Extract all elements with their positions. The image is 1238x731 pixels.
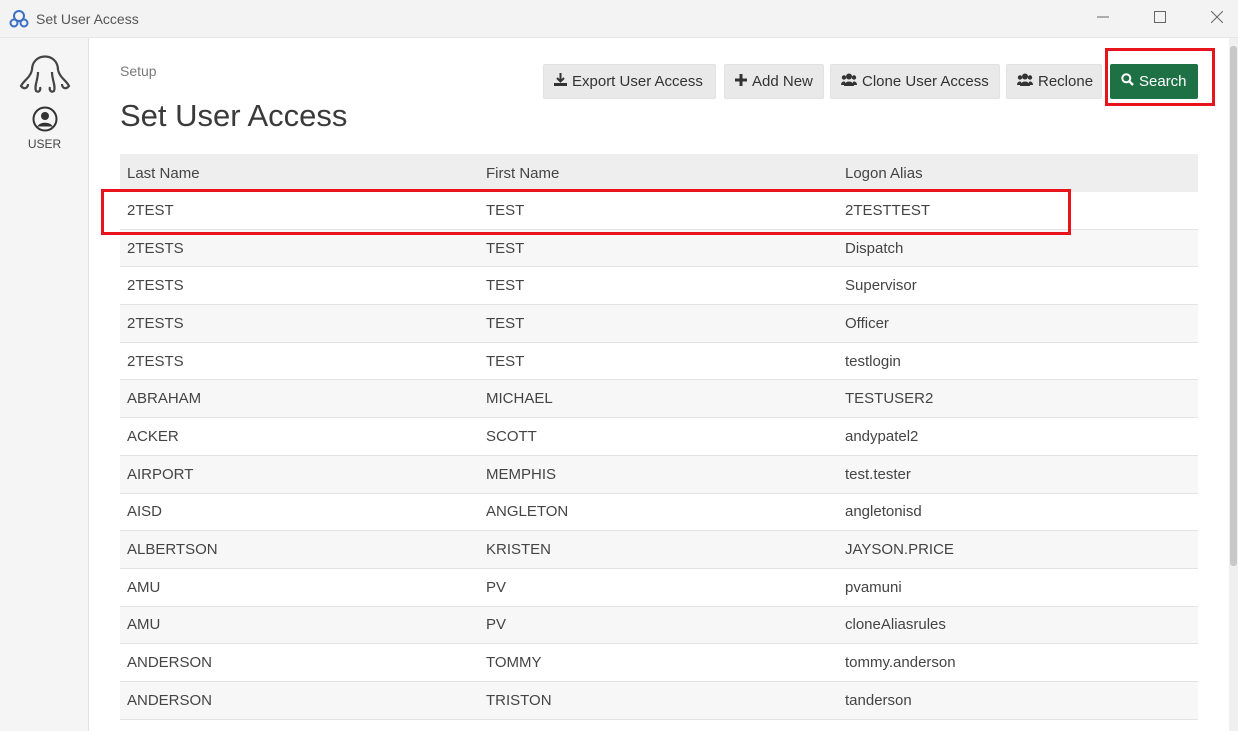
- table-row[interactable]: 2TESTS TEST Supervisor: [120, 267, 1198, 306]
- close-icon: [1210, 10, 1224, 28]
- plus-icon: [735, 73, 752, 90]
- cell-logon-alias: tanderson: [845, 691, 912, 709]
- cell-last-name: ABRAHAM: [127, 390, 202, 408]
- column-header-first-name[interactable]: First Name: [479, 165, 838, 182]
- cell-logon-alias: andypatel2: [845, 427, 919, 445]
- users-icon: [1017, 73, 1038, 90]
- clone-label: Clone User Access: [862, 73, 989, 90]
- export-user-access-button[interactable]: Export User Access: [543, 64, 716, 99]
- table-row[interactable]: AMU PV cloneAliasrules: [120, 606, 1198, 645]
- cell-logon-alias: Supervisor: [845, 277, 917, 295]
- cell-logon-alias: pvamuni: [845, 578, 902, 596]
- cell-logon-alias: tommy.anderson: [845, 654, 956, 672]
- cell-last-name: 2TESTS: [127, 352, 184, 370]
- cell-last-name: ANDERSON: [127, 691, 213, 709]
- minimize-icon: [1097, 10, 1109, 28]
- table-row[interactable]: ACKER SCOTT andypatel2: [120, 418, 1198, 456]
- sidebar-item-label: USER: [27, 137, 62, 151]
- sidebar-item-user[interactable]: USER: [0, 106, 89, 151]
- table-row[interactable]: ANDERSON TRISTON tanderson: [120, 681, 1198, 720]
- cell-last-name: 2TESTS: [127, 277, 184, 295]
- cell-first-name: ANGLETON: [486, 503, 569, 521]
- cell-last-name: AMU: [127, 578, 161, 596]
- table-body: 2TEST TEST 2TESTTEST 2TESTS TEST Dispatch 2TES…: [120, 192, 1198, 720]
- cell-logon-alias: cloneAliasrules: [845, 616, 946, 634]
- maximize-icon: [1154, 10, 1166, 28]
- window-title: Set User Access: [36, 11, 139, 27]
- cell-logon-alias: angletonisd: [845, 503, 922, 521]
- cell-last-name: AISD: [127, 503, 163, 521]
- octopus-logo-icon[interactable]: [18, 48, 72, 94]
- cell-first-name: PV: [486, 578, 507, 596]
- table-header: Last Name First Name Logon Alias: [120, 154, 1198, 192]
- table-row[interactable]: AISD ANGLETON angletonisd: [120, 494, 1198, 532]
- page-title: Set User Access: [120, 98, 348, 133]
- main-content: Setup Set User Access Export User Access…: [89, 38, 1229, 731]
- add-new-button[interactable]: Add New: [724, 64, 824, 99]
- table-row[interactable]: 2TESTS TEST Dispatch: [120, 229, 1198, 268]
- cell-last-name: ACKER: [127, 427, 179, 445]
- cell-last-name: ANDERSON: [127, 654, 213, 672]
- cell-last-name: AIRPORT: [127, 465, 194, 483]
- table-row[interactable]: 2TESTS TEST Officer: [120, 305, 1198, 343]
- column-header-last-name[interactable]: Last Name: [120, 165, 479, 182]
- table-row[interactable]: ANDERSON TOMMY tommy.anderson: [120, 644, 1198, 682]
- cell-first-name: TRISTON: [486, 691, 552, 709]
- column-header-logon-alias[interactable]: Logon Alias: [838, 165, 1198, 182]
- user-circle-icon: [0, 106, 89, 132]
- clone-user-access-button[interactable]: Clone User Access: [830, 64, 1000, 99]
- table-row[interactable]: 2TEST TEST 2TESTTEST: [120, 192, 1198, 230]
- search-icon: [1121, 73, 1139, 90]
- sidebar: USER: [0, 38, 89, 731]
- cell-last-name: 2TESTS: [127, 239, 184, 257]
- reclone-button[interactable]: Reclone: [1006, 64, 1102, 99]
- app-logo-icon: [9, 9, 29, 29]
- table-row[interactable]: AMU PV pvamuni: [120, 569, 1198, 607]
- export-label: Export User Access: [572, 73, 703, 90]
- add-label: Add New: [752, 73, 813, 90]
- users-icon: [841, 73, 862, 90]
- table-row[interactable]: ALBERTSON KRISTEN JAYSON.PRICE: [120, 531, 1198, 569]
- cell-first-name: SCOTT: [486, 427, 537, 445]
- download-icon: [554, 73, 572, 90]
- cell-first-name: KRISTEN: [486, 541, 552, 559]
- vertical-scrollbar[interactable]: [1229, 38, 1238, 731]
- cell-first-name: TOMMY: [486, 654, 542, 672]
- table-row[interactable]: AIRPORT MEMPHIS test.tester: [120, 455, 1198, 494]
- maximize-button[interactable]: [1137, 0, 1183, 38]
- minimize-button[interactable]: [1080, 0, 1126, 38]
- cell-logon-alias: TESTUSER2: [845, 390, 934, 408]
- window-titlebar: Set User Access: [0, 0, 1238, 38]
- cell-logon-alias: JAYSON.PRICE: [845, 541, 954, 559]
- cell-first-name: MEMPHIS: [486, 465, 557, 483]
- cell-last-name: ALBERTSON: [127, 541, 218, 559]
- cell-first-name: TEST: [486, 352, 525, 370]
- reclone-label: Reclone: [1038, 73, 1094, 90]
- table-row[interactable]: 2TESTS TEST testlogin: [120, 343, 1198, 381]
- user-access-table: Last Name First Name Logon Alias 2TEST TE…: [120, 154, 1198, 720]
- cell-logon-alias: 2TESTTEST: [845, 201, 931, 219]
- cell-first-name: TEST: [486, 277, 525, 295]
- cell-first-name: TEST: [486, 314, 525, 332]
- cell-last-name: 2TESTS: [127, 314, 184, 332]
- cell-logon-alias: Officer: [845, 314, 889, 332]
- cell-first-name: PV: [486, 616, 507, 634]
- cell-logon-alias: testlogin: [845, 352, 901, 370]
- breadcrumb[interactable]: Setup: [120, 63, 157, 79]
- search-label: Search: [1139, 73, 1187, 90]
- cell-first-name: MICHAEL: [486, 390, 553, 408]
- cell-logon-alias: test.tester: [845, 465, 911, 483]
- cell-first-name: TEST: [486, 201, 525, 219]
- close-button[interactable]: [1194, 0, 1238, 38]
- scrollbar-thumb[interactable]: [1230, 46, 1237, 566]
- cell-first-name: TEST: [486, 239, 525, 257]
- cell-last-name: 2TEST: [127, 201, 174, 219]
- cell-last-name: AMU: [127, 616, 161, 634]
- table-row[interactable]: ABRAHAM MICHAEL TESTUSER2: [120, 380, 1198, 419]
- search-button[interactable]: Search: [1110, 64, 1198, 99]
- cell-logon-alias: Dispatch: [845, 239, 904, 257]
